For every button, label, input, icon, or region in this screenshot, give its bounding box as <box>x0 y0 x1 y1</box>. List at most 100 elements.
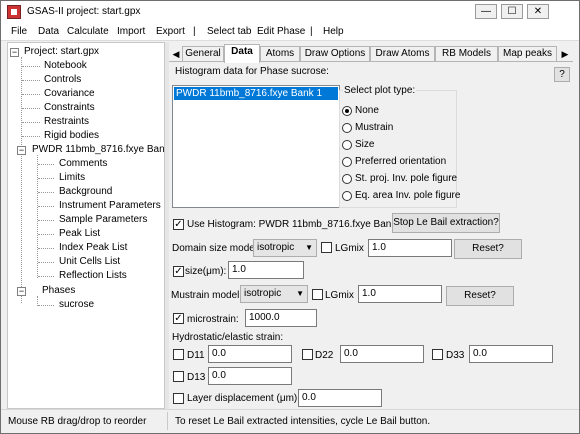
size-checkbox[interactable]: ✓ <box>173 266 184 277</box>
minimize-icon: — <box>481 6 491 17</box>
d22-checkbox[interactable] <box>302 349 313 360</box>
tab-data[interactable]: Data <box>224 44 260 63</box>
minimize-button[interactable]: — <box>475 4 497 19</box>
radio-selected-icon <box>342 106 352 116</box>
d13-label: D13 <box>187 372 206 383</box>
d33-input[interactable]: 0.0 <box>469 345 553 363</box>
tab-atoms[interactable]: Atoms <box>260 46 300 62</box>
d11-label: D11 <box>187 350 205 361</box>
microstrain-checkbox[interactable]: ✓ <box>173 313 184 324</box>
d33-checkbox[interactable] <box>432 349 443 360</box>
menu-select-tab[interactable]: Select tab <box>207 26 251 37</box>
tab-draw-atoms[interactable]: Draw Atoms <box>370 46 435 62</box>
tree-label: Unit Cells List <box>59 256 121 267</box>
radio-icon <box>342 140 352 150</box>
d22-label: D22 <box>315 350 334 361</box>
size-input[interactable]: 1.0 <box>228 261 304 279</box>
window-title: GSAS-II project: start.gpx <box>27 6 141 17</box>
d13-checkbox[interactable] <box>173 371 184 382</box>
radio-mustrain[interactable]: Mustrain <box>342 121 454 135</box>
menu-help[interactable]: Help <box>323 26 344 37</box>
tree-label: Limits <box>59 172 86 183</box>
panel-header: Histogram data for Phase sucrose: <box>175 66 329 77</box>
use-histogram-checkbox[interactable]: ✓ <box>173 219 184 230</box>
domain-size-label: Domain size model: <box>172 243 260 254</box>
radio-eq-area-pole-figure[interactable]: Eq. area Inv. pole figure <box>342 189 460 203</box>
data-tree[interactable]: − Project: start.gpx Notebook Controls C… <box>7 42 165 409</box>
tree-label: PWDR 11bmb_8716.fxye Bank <box>32 144 165 155</box>
radio-size[interactable]: Size <box>342 138 454 152</box>
tab-scroll-right-icon[interactable]: ▶ <box>559 47 571 61</box>
tab-map-peaks[interactable]: Map peaks <box>498 46 557 62</box>
tree-label: sucrose <box>59 299 95 310</box>
data-tab-content: Histogram data for Phase sucrose: ? PWDR… <box>169 61 573 407</box>
collapse-icon[interactable]: − <box>17 287 26 296</box>
maximize-icon: ☐ <box>507 6 517 17</box>
gsas-window: GSAS-II project: start.gpx — ☐ ✕ File Da… <box>0 0 580 434</box>
mustrain-lgmix-checkbox[interactable] <box>312 289 323 300</box>
lgmix-label: LGmix <box>335 243 364 254</box>
mustrain-model-select[interactable]: isotropic ▼ <box>240 285 308 303</box>
lgmix-label: LGmix <box>325 290 354 301</box>
menu-calculate[interactable]: Calculate <box>67 26 109 37</box>
radio-st-proj-pole-figure[interactable]: St. proj. Inv. pole figure <box>342 172 458 186</box>
d22-input[interactable]: 0.0 <box>340 345 424 363</box>
size-label: size(μm): <box>185 266 227 277</box>
help-button[interactable]: ? <box>554 67 570 82</box>
menu-separator: | <box>193 26 196 37</box>
menu-separator: | <box>310 26 313 37</box>
tree-label: Project: start.gpx <box>24 46 100 57</box>
tab-draw-options[interactable]: Draw Options <box>300 46 370 62</box>
histogram-list[interactable]: PWDR 11bmb_8716.fxye Bank 1 <box>172 85 340 208</box>
title-bar[interactable]: GSAS-II project: start.gpx — ☐ ✕ <box>1 1 579 23</box>
list-item[interactable]: PWDR 11bmb_8716.fxye Bank 1 <box>174 87 338 100</box>
domain-reset-button[interactable]: Reset? <box>454 239 522 259</box>
tab-general[interactable]: General <box>182 46 224 62</box>
mustrain-reset-button[interactable]: Reset? <box>446 286 514 306</box>
tree-label: Constraints <box>44 102 95 113</box>
d33-label: D33 <box>446 350 465 361</box>
tab-scroll-left-icon[interactable]: ◀ <box>170 47 182 61</box>
radio-label: St. proj. Inv. pole figure <box>355 173 458 184</box>
d13-input[interactable]: 0.0 <box>208 367 292 385</box>
app-icon <box>7 5 21 19</box>
tree-label: Controls <box>44 74 82 85</box>
d11-input[interactable]: 0.0 <box>208 345 292 363</box>
tree-label: Instrument Parameters <box>59 200 161 211</box>
collapse-icon[interactable]: − <box>10 48 19 57</box>
domain-lgmix-checkbox[interactable] <box>321 242 332 253</box>
domain-lgmix-input[interactable]: 1.0 <box>368 239 452 257</box>
domain-size-model-select[interactable]: isotropic ▼ <box>253 239 317 257</box>
close-button[interactable]: ✕ <box>527 4 549 19</box>
tree-label: Notebook <box>44 60 87 71</box>
microstrain-input[interactable]: 1000.0 <box>245 309 317 327</box>
radio-preferred-orientation[interactable]: Preferred orientation <box>342 155 454 169</box>
mustrain-lgmix-input[interactable]: 1.0 <box>358 285 442 303</box>
menu-bar: File Data Calculate Import Export | Sele… <box>1 23 579 41</box>
radio-label: Preferred orientation <box>355 156 447 167</box>
radio-icon <box>342 174 352 184</box>
maximize-button[interactable]: ☐ <box>501 4 523 19</box>
hydrostatic-label: Hydrostatic/elastic strain: <box>172 332 284 343</box>
status-divider <box>167 412 168 430</box>
stop-lebail-button[interactable]: Stop Le Bail extraction? <box>392 213 500 233</box>
tree-label: Restraints <box>44 116 90 127</box>
menu-data[interactable]: Data <box>38 26 59 37</box>
menu-file[interactable]: File <box>11 26 27 37</box>
menu-edit-phase[interactable]: Edit Phase <box>257 26 305 37</box>
select-value: isotropic <box>257 242 295 253</box>
phase-panel: ◀ General Data Atoms Draw Options Draw A… <box>169 42 573 409</box>
radio-label: Eq. area Inv. pole figure <box>355 190 461 201</box>
menu-export[interactable]: Export <box>156 26 185 37</box>
layer-displacement-input[interactable]: 0.0 <box>298 389 382 407</box>
tab-rb-models[interactable]: RB Models <box>435 46 498 62</box>
collapse-icon[interactable]: − <box>17 146 26 155</box>
radio-label: Mustrain <box>355 122 394 133</box>
radio-icon <box>342 157 352 167</box>
radio-none[interactable]: None <box>342 104 454 118</box>
menu-import[interactable]: Import <box>117 26 145 37</box>
layer-displacement-checkbox[interactable] <box>173 393 184 404</box>
d11-checkbox[interactable] <box>173 349 184 360</box>
radio-icon <box>342 191 352 201</box>
select-value: isotropic <box>244 288 282 299</box>
